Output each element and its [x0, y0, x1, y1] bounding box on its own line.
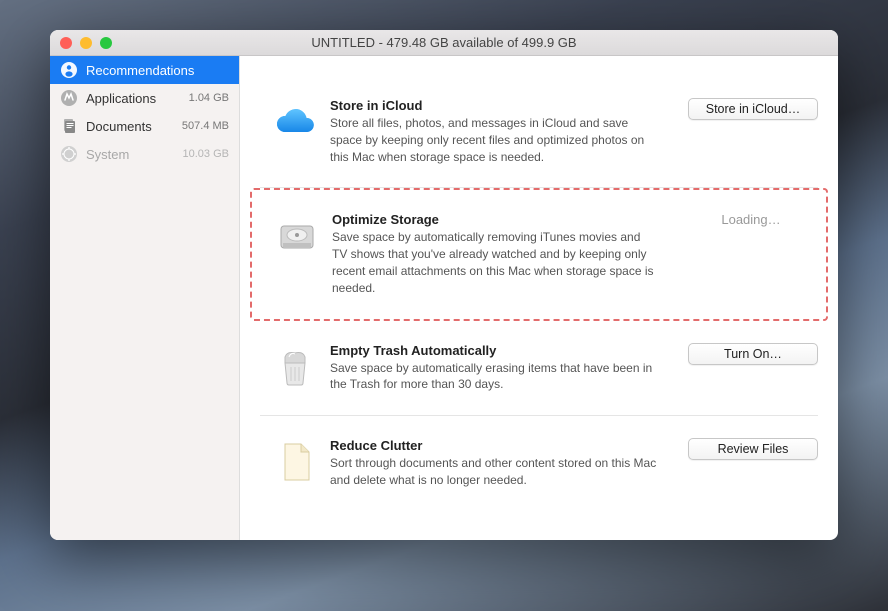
sidebar-item-size: 1.04 GB	[189, 92, 229, 104]
minimize-button[interactable]	[80, 37, 92, 49]
recommendation-description: Save space by automatically erasing item…	[330, 360, 660, 394]
recommendation-title: Store in iCloud	[330, 98, 660, 113]
sidebar-item-documents[interactable]: Documents 507.4 MB	[50, 112, 239, 140]
recommendations-icon	[60, 61, 78, 79]
content-area: Store in iCloud Store all files, photos,…	[240, 56, 838, 540]
zoom-button[interactable]	[100, 37, 112, 49]
recommendation-action: Turn On…	[678, 343, 818, 394]
document-icon	[260, 438, 330, 489]
applications-icon	[60, 89, 78, 107]
sidebar-item-recommendations[interactable]: Recommendations	[50, 56, 239, 84]
sidebar-item-label: System	[86, 147, 183, 162]
sidebar-item-label: Applications	[86, 91, 189, 106]
recommendation-title: Optimize Storage	[332, 212, 658, 227]
recommendation-reduce-clutter: Reduce Clutter Sort through documents an…	[260, 416, 818, 511]
sidebar-item-label: Recommendations	[86, 63, 229, 78]
sidebar-item-size: 507.4 MB	[182, 120, 229, 132]
window-titlebar: UNTITLED - 479.48 GB available of 499.9 …	[50, 30, 838, 56]
turn-on-button[interactable]: Turn On…	[688, 343, 818, 365]
sidebar: Recommendations Applications 1.04 GB Doc…	[50, 56, 240, 540]
recommendation-description: Store all files, photos, and messages in…	[330, 115, 660, 165]
recommendation-empty-trash: Empty Trash Automatically Save space by …	[260, 321, 818, 417]
loading-indicator: Loading…	[686, 212, 816, 227]
icloud-icon	[260, 98, 330, 165]
close-button[interactable]	[60, 37, 72, 49]
hard-drive-icon	[262, 212, 332, 296]
window-title: UNTITLED - 479.48 GB available of 499.9 …	[50, 35, 838, 50]
recommendation-optimize-storage: Optimize Storage Save space by automatic…	[250, 188, 828, 320]
recommendation-title: Reduce Clutter	[330, 438, 660, 453]
storage-management-window: UNTITLED - 479.48 GB available of 499.9 …	[50, 30, 838, 540]
sidebar-item-label: Documents	[86, 119, 182, 134]
sidebar-item-size: 10.03 GB	[183, 148, 229, 160]
review-files-button[interactable]: Review Files	[688, 438, 818, 460]
recommendation-action: Store in iCloud…	[678, 98, 818, 165]
system-icon	[60, 145, 78, 163]
desktop-wallpaper: UNTITLED - 479.48 GB available of 499.9 …	[0, 0, 888, 611]
recommendation-description: Save space by automatically removing iTu…	[332, 229, 658, 296]
recommendation-action: Review Files	[678, 438, 818, 489]
recommendation-text: Empty Trash Automatically Save space by …	[330, 343, 678, 394]
store-in-icloud-button[interactable]: Store in iCloud…	[688, 98, 818, 120]
recommendation-title: Empty Trash Automatically	[330, 343, 660, 358]
sidebar-item-applications[interactable]: Applications 1.04 GB	[50, 84, 239, 112]
recommendation-description: Sort through documents and other content…	[330, 455, 660, 489]
recommendation-action: Loading…	[676, 212, 816, 296]
documents-icon	[60, 117, 78, 135]
recommendation-text: Optimize Storage Save space by automatic…	[332, 212, 676, 296]
sidebar-item-system[interactable]: System 10.03 GB	[50, 140, 239, 168]
recommendation-text: Reduce Clutter Sort through documents an…	[330, 438, 678, 489]
window-controls	[50, 37, 112, 49]
window-body: Recommendations Applications 1.04 GB Doc…	[50, 56, 838, 540]
trash-icon	[260, 343, 330, 394]
recommendation-store-in-icloud: Store in iCloud Store all files, photos,…	[260, 76, 818, 188]
recommendation-text: Store in iCloud Store all files, photos,…	[330, 98, 678, 165]
